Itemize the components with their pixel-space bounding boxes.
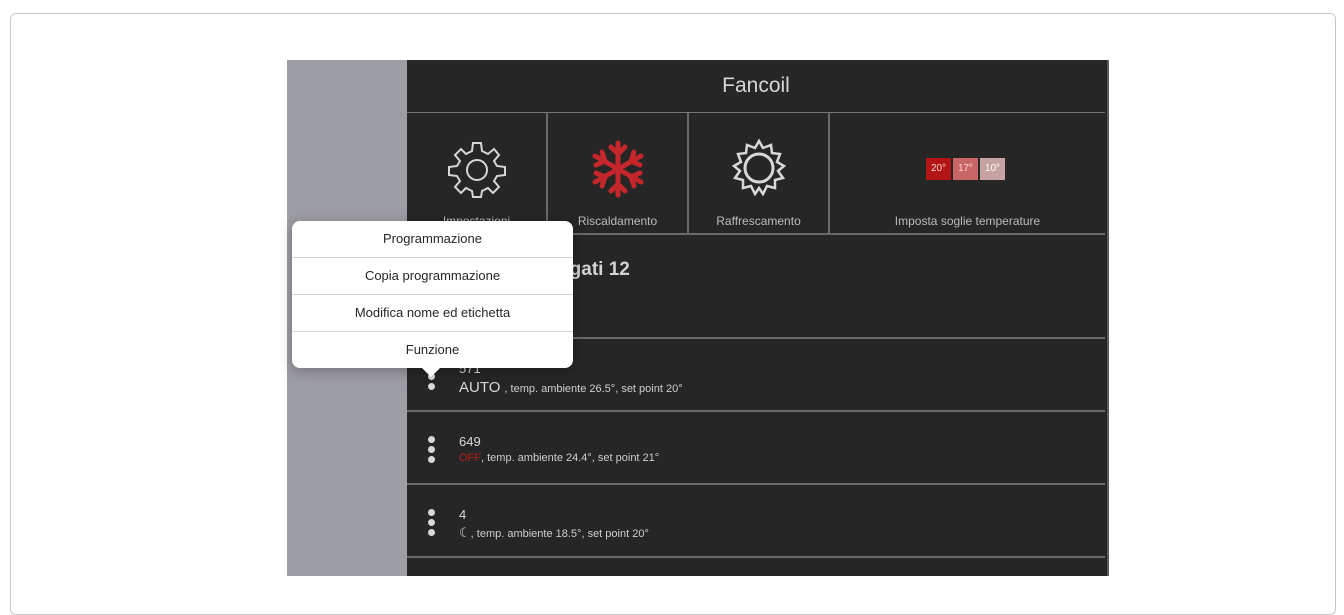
menu-item-copia-programmazione[interactable]: Copia programmazione <box>292 258 573 295</box>
temperature-chips: 20° 17° 10° <box>926 158 1005 180</box>
context-menu-arrow <box>421 367 441 377</box>
heating-tile[interactable]: Riscaldamento <box>548 113 689 235</box>
device-status-text: , temp. ambiente 26.5°, set point 20° <box>504 383 683 395</box>
menu-item-programmazione[interactable]: Programmazione <box>292 221 573 258</box>
menu-item-modifica-nome[interactable]: Modifica nome ed etichetta <box>292 295 573 332</box>
device-name: 4 <box>459 507 467 522</box>
device-status-text: , temp. ambiente 24.4°, set point 21° <box>481 452 660 464</box>
app-title: Fancoil <box>407 60 1105 113</box>
sun-icon <box>731 138 787 197</box>
threshold-chip: 17° <box>953 158 978 180</box>
threshold-chip: 10° <box>980 158 1005 180</box>
device-mode-auto: AUTO <box>459 379 501 396</box>
cooling-tile-label: Raffrescamento <box>716 214 801 228</box>
device-name: 649 <box>459 434 481 449</box>
device-status: AUTO , temp. ambiente 26.5°, set point 2… <box>459 379 683 396</box>
snowflake-icon <box>592 140 644 198</box>
device-mode-off: OFF <box>459 452 481 464</box>
settings-tile[interactable]: Impostazioni <box>407 113 548 235</box>
menu-item-funzione[interactable]: Funzione <box>292 332 573 368</box>
device-row[interactable]: 649 OFF , temp. ambiente 24.4°, set poin… <box>407 412 1105 485</box>
device-status: ☾ , temp. ambiente 18.5°, set point 20° <box>459 525 649 541</box>
more-options-icon[interactable] <box>428 509 436 539</box>
gear-outline-icon <box>448 142 506 198</box>
device-status-text: , temp. ambiente 18.5°, set point 20° <box>470 528 649 540</box>
cooling-tile[interactable]: Raffrescamento <box>689 113 830 235</box>
device-status: OFF , temp. ambiente 24.4°, set point 21… <box>459 452 659 464</box>
temperature-threshold-tile[interactable]: 20° 17° 10° Imposta soglie temperature <box>830 113 1105 235</box>
temperature-threshold-label: Imposta soglie temperature <box>894 214 1041 228</box>
moon-icon: ☾ <box>459 525 471 540</box>
more-options-icon[interactable] <box>428 436 436 466</box>
device-row[interactable]: 4 ☾ , temp. ambiente 18.5°, set point 20… <box>407 485 1105 558</box>
context-menu: Programmazione Copia programmazione Modi… <box>292 221 573 368</box>
threshold-chip: 20° <box>926 158 951 180</box>
